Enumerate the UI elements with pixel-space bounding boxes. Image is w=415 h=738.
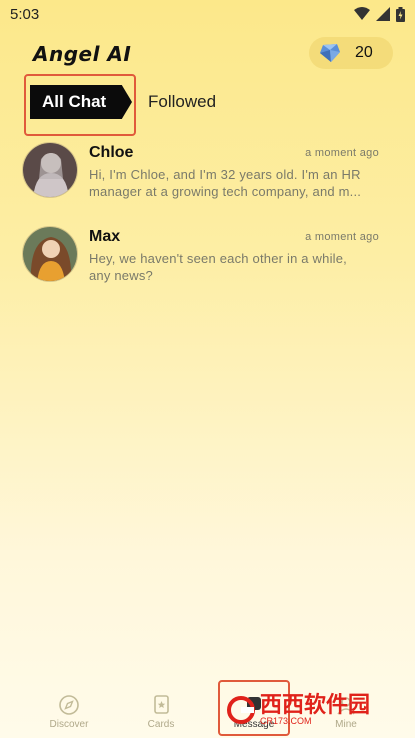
- watermark-sub: CR173.COM: [260, 715, 312, 726]
- chat-preview-line: manager at a growing tech company, and m…: [89, 184, 362, 199]
- chat-preview-line: Hey, we haven't seen each other in a whi…: [89, 251, 347, 266]
- nav-label: Cards: [147, 719, 175, 730]
- chat-preview: Hi, I'm Chloe, and I'm 32 years old. I'm…: [89, 166, 381, 200]
- compass-icon: [59, 695, 79, 715]
- signal-icon: [376, 7, 390, 21]
- chat-tabs: All Chat Followed: [24, 74, 404, 136]
- status-icons: [354, 6, 405, 22]
- chat-item-chloe[interactable]: Chloe a moment ago Hi, I'm Chloe, and I'…: [0, 140, 415, 224]
- watermark: 西西软件园 CR173.COM: [226, 690, 396, 730]
- chat-item-max[interactable]: Max a moment ago Hey, we haven't seen ea…: [0, 224, 415, 308]
- watermark-logo-icon: [227, 696, 255, 724]
- battery-icon: [396, 6, 405, 22]
- watermark-text: 西西软件园: [260, 692, 371, 718]
- nav-label: Discover: [49, 719, 89, 730]
- wifi-icon: [354, 7, 370, 20]
- chat-time: a moment ago: [305, 231, 379, 243]
- chat-preview: Hey, we haven't seen each other in a whi…: [89, 250, 381, 284]
- nav-discover[interactable]: Discover: [29, 690, 109, 738]
- chat-preview-line: any news?: [89, 268, 153, 283]
- gem-icon: [320, 44, 340, 62]
- chat-list: Chloe a moment ago Hi, I'm Chloe, and I'…: [0, 140, 415, 308]
- chat-name: Max: [89, 228, 121, 245]
- nav-cards[interactable]: Cards: [121, 690, 201, 738]
- status-time: 5:03: [10, 5, 40, 23]
- avatar: [22, 142, 78, 198]
- header: Angel AI 20: [0, 36, 415, 76]
- chat-name: Chloe: [89, 144, 134, 161]
- gem-count: 20: [355, 44, 373, 61]
- gem-balance-button[interactable]: 20: [309, 37, 393, 69]
- tab-followed[interactable]: Followed: [148, 92, 216, 112]
- chat-time: a moment ago: [305, 147, 379, 159]
- chat-preview-line: Hi, I'm Chloe, and I'm 32 years old. I'm…: [89, 167, 361, 182]
- status-bar: 5:03: [0, 0, 415, 28]
- app-title: Angel AI: [33, 42, 132, 66]
- cards-icon: [154, 695, 169, 714]
- avatar: [22, 226, 78, 282]
- tab-all-chat[interactable]: All Chat: [30, 85, 132, 119]
